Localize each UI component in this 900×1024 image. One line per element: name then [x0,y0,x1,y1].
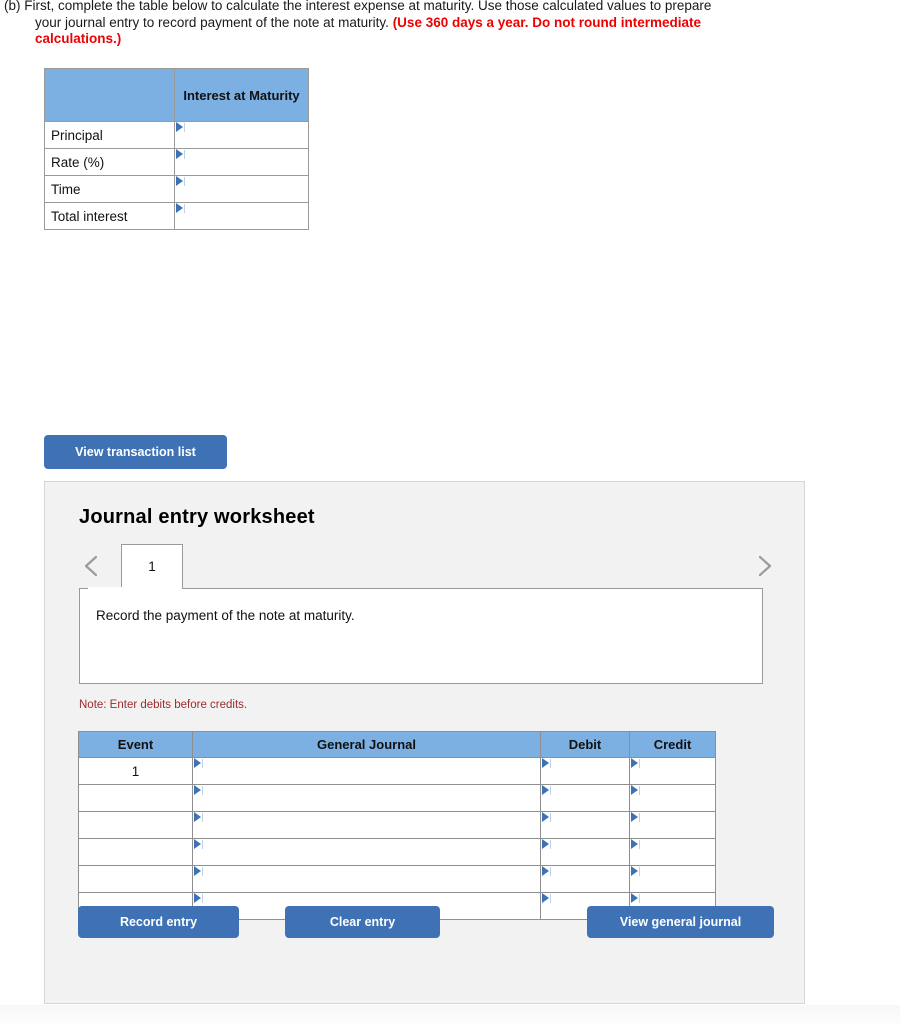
cell-cursor-marker-icon [194,866,203,876]
worksheet-tab-1[interactable]: 1 [121,544,183,589]
input-cell-principal[interactable] [174,121,309,149]
table-row: Time [44,175,309,203]
table-row: Rate (%) [44,148,309,176]
journal-header-event: Event [78,731,193,758]
question-prompt: (b) First, complete the table below to c… [4,0,720,48]
table-row [78,784,716,812]
view-general-journal-button[interactable]: View general journal [587,906,774,938]
table-row [78,865,716,893]
row-label-time: Time [44,175,175,203]
journal-header-credit: Credit [629,731,716,758]
table-row: Total interest [44,202,309,230]
active-tab-joint [88,587,148,590]
table-row [78,838,716,866]
journal-cell-debit[interactable] [540,865,630,893]
cell-cursor-marker-icon [542,758,551,768]
cell-cursor-marker-icon [542,785,551,795]
general-journal-table: Event General Journal Debit Credit 1 [78,731,716,920]
cell-cursor-marker-icon [194,785,203,795]
journal-cell-account[interactable] [192,865,541,893]
interest-table-value-header: Interest at Maturity [174,68,309,122]
table-header-row: Interest at Maturity [44,68,309,122]
cell-cursor-marker-icon [631,866,640,876]
table-row [78,811,716,839]
cell-cursor-marker-icon [194,839,203,849]
journal-cell-debit[interactable] [540,838,630,866]
cell-cursor-marker-icon [542,812,551,822]
debits-before-credits-note: Note: Enter debits before credits. [79,699,248,711]
row-label-rate: Rate (%) [44,148,175,176]
journal-cell-debit[interactable] [540,757,630,785]
journal-cell-event[interactable] [78,811,193,839]
cell-cursor-marker-icon [194,812,203,822]
interest-at-maturity-table: Interest at Maturity Principal Rate (%) … [44,68,309,230]
journal-cell-account[interactable] [192,757,541,785]
row-label-total-interest: Total interest [44,202,175,230]
journal-cell-account[interactable] [192,811,541,839]
journal-cell-event[interactable]: 1 [78,757,193,785]
journal-cell-event[interactable] [78,865,193,893]
cell-cursor-marker-icon [176,203,185,213]
chevron-right-icon[interactable] [751,552,777,580]
worksheet-title: Journal entry worksheet [79,506,315,528]
transaction-description-text: Record the payment of the note at maturi… [96,608,355,623]
cell-cursor-marker-icon [176,122,185,132]
cell-cursor-marker-icon [542,839,551,849]
journal-cell-credit[interactable] [629,865,716,893]
journal-cell-debit[interactable] [540,784,630,812]
table-row: Principal [44,121,309,149]
journal-cell-credit[interactable] [629,838,716,866]
cell-cursor-marker-icon [542,866,551,876]
journal-cell-account[interactable] [192,784,541,812]
journal-cell-event[interactable] [78,784,193,812]
journal-header-row: Event General Journal Debit Credit [78,731,716,758]
cell-cursor-marker-icon [631,785,640,795]
page-footer [0,1005,900,1024]
journal-cell-credit[interactable] [629,757,716,785]
input-cell-time[interactable] [174,175,309,203]
clear-entry-button[interactable]: Clear entry [285,906,440,938]
view-transaction-list-button[interactable]: View transaction list [44,435,227,469]
journal-header-general-journal: General Journal [192,731,541,758]
journal-header-debit: Debit [540,731,630,758]
chevron-left-icon[interactable] [79,552,105,580]
cell-cursor-marker-icon [631,758,640,768]
cell-cursor-marker-icon [176,149,185,159]
cell-cursor-marker-icon [176,176,185,186]
interest-table-blank-header [44,68,175,122]
cell-cursor-marker-icon [631,839,640,849]
table-row: 1 [78,757,716,785]
journal-cell-credit[interactable] [629,784,716,812]
cell-cursor-marker-icon [631,812,640,822]
journal-cell-account[interactable] [192,838,541,866]
journal-cell-credit[interactable] [629,811,716,839]
journal-cell-debit[interactable] [540,811,630,839]
cell-cursor-marker-icon [542,893,551,903]
input-cell-rate[interactable] [174,148,309,176]
row-label-principal: Principal [44,121,175,149]
input-cell-total-interest[interactable] [174,202,309,230]
cell-cursor-marker-icon [194,893,203,903]
transaction-description-box: Record the payment of the note at maturi… [79,588,763,684]
worksheet-tab-strip: 1 [79,544,773,589]
record-entry-button[interactable]: Record entry [78,906,239,938]
cell-cursor-marker-icon [631,893,640,903]
journal-cell-event[interactable] [78,838,193,866]
journal-entry-worksheet-panel: Journal entry worksheet 1 Record the pay… [44,481,805,1004]
cell-cursor-marker-icon [194,758,203,768]
